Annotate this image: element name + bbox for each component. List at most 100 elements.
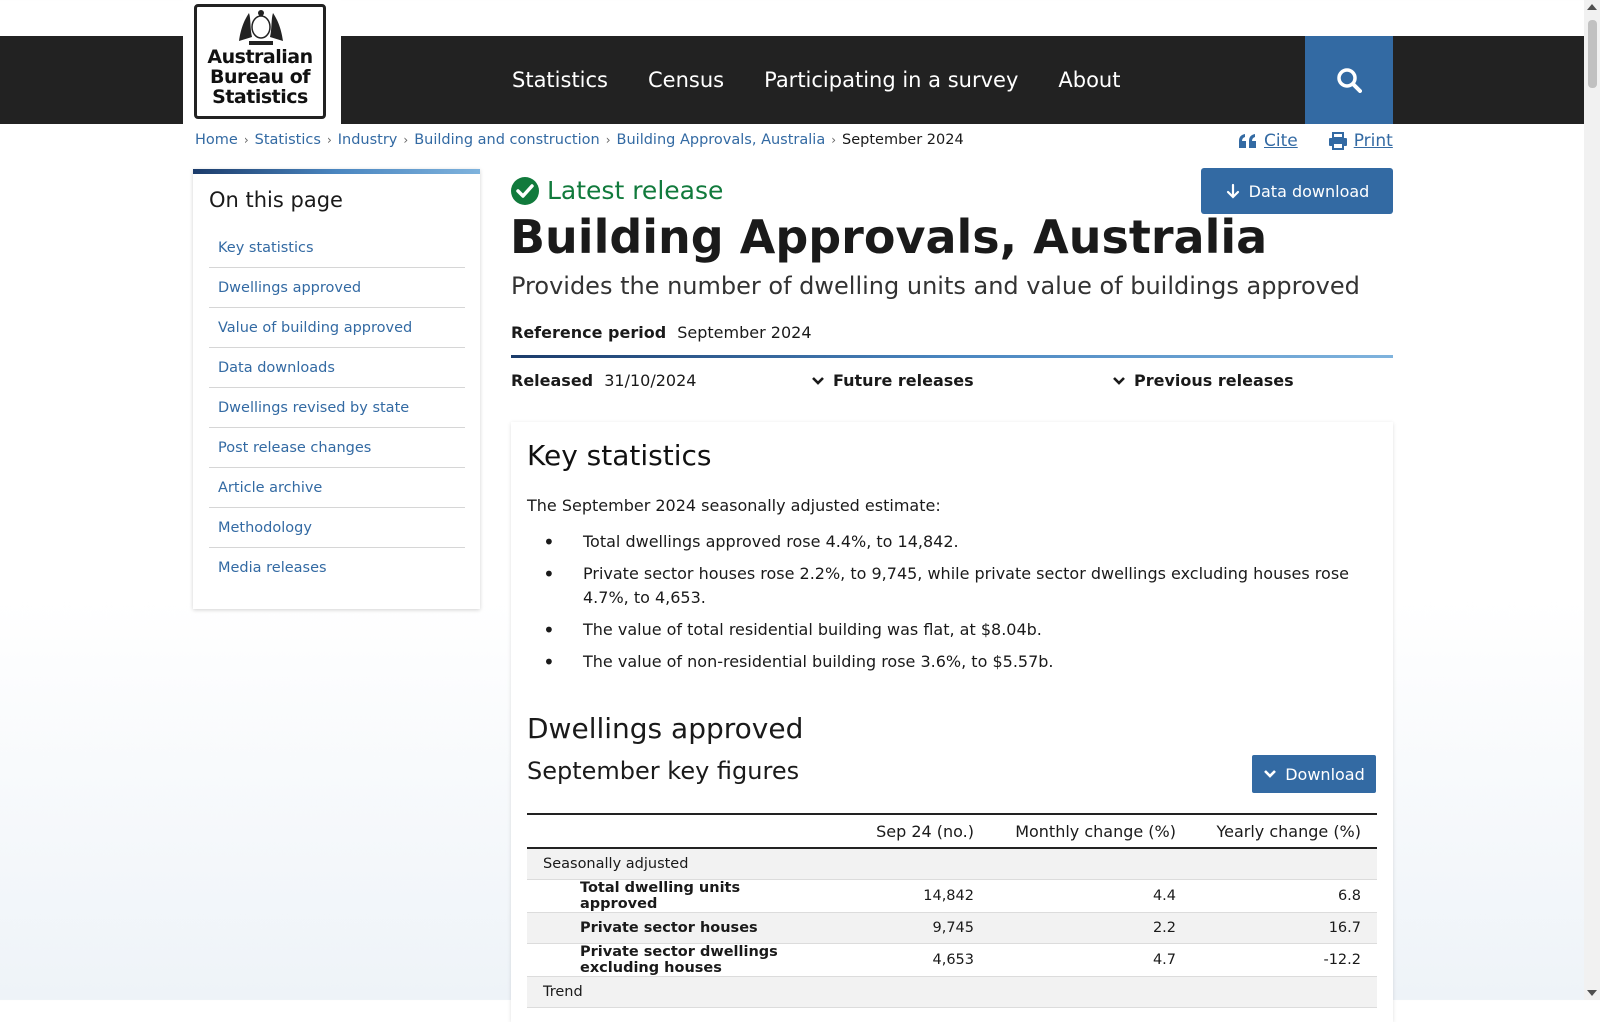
row-label: Private sector houses <box>527 912 838 944</box>
main-nav: Statistics Census Participating in a sur… <box>512 36 1160 124</box>
print-action[interactable]: Print <box>1328 131 1393 151</box>
data-download-button[interactable]: Data download <box>1201 168 1393 214</box>
key-statistic-item: Total dwellings approved rose 4.4%, to 1… <box>543 530 1363 554</box>
future-releases-label: Future releases <box>833 371 974 390</box>
data-download-label: Data download <box>1248 181 1370 201</box>
table-group-row: Seasonally adjusted <box>527 848 1377 880</box>
check-circle-icon <box>511 176 539 205</box>
toc-key-statistics[interactable]: Key statistics <box>218 240 314 256</box>
cite-action[interactable]: Cite <box>1238 131 1298 151</box>
toc-item[interactable]: Post release changes <box>209 428 465 468</box>
breadcrumb-industry[interactable]: Industry <box>338 132 398 148</box>
key-statistics-list: Total dwellings approved rose 4.4%, to 1… <box>543 530 1363 682</box>
breadcrumb-building-approvals[interactable]: Building Approvals, Australia <box>617 132 826 148</box>
chevron-down-icon <box>812 376 824 385</box>
logo-frame: Australian Bureau of Statistics <box>194 4 326 119</box>
table-row: Private sector houses 9,745 2.2 16.7 <box>527 912 1377 944</box>
group-label: Seasonally adjusted <box>527 848 1377 880</box>
column-header: Monthly change (%) <box>990 813 1192 849</box>
toc-list: Key statistics Dwellings approved Value … <box>209 228 465 588</box>
download-dropdown-button[interactable]: Download <box>1252 755 1376 793</box>
nav-census[interactable]: Census <box>648 68 724 92</box>
search-button[interactable] <box>1305 36 1393 124</box>
scroll-down-arrow-icon[interactable] <box>1587 990 1597 996</box>
sidebar-title: On this page <box>209 188 343 212</box>
toc-item[interactable]: Data downloads <box>209 348 465 388</box>
toc-item[interactable]: Key statistics <box>209 228 465 268</box>
key-figures-heading: September key figures <box>527 757 800 785</box>
page-subtitle: Provides the number of dwelling units an… <box>511 272 1360 300</box>
toc-item[interactable]: Value of building approved <box>209 308 465 348</box>
logo-text: Australian Bureau of Statistics <box>207 46 313 108</box>
toc-item[interactable]: Dwellings revised by state <box>209 388 465 428</box>
key-figures-table: Sep 24 (no.) Monthly change (%) Yearly c… <box>527 813 1377 1008</box>
quote-icon <box>1239 134 1256 148</box>
toc-item[interactable]: Article archive <box>209 468 465 508</box>
scroll-thumb[interactable] <box>1588 20 1597 88</box>
table-cell: 4,653 <box>838 943 990 977</box>
toc-post-release[interactable]: Post release changes <box>218 440 371 456</box>
latest-release-badge: Latest release <box>511 176 723 205</box>
chevron-right-icon: › <box>243 133 249 147</box>
toc-item[interactable]: Dwellings approved <box>209 268 465 308</box>
future-releases-toggle[interactable]: Future releases <box>811 371 974 390</box>
abs-logo[interactable]: Australian Bureau of Statistics <box>183 0 341 124</box>
search-icon <box>1337 68 1362 93</box>
table-cell: 4.4 <box>990 879 1192 913</box>
latest-release-label: Latest release <box>547 176 724 205</box>
nav-statistics[interactable]: Statistics <box>512 68 608 92</box>
toc-item[interactable]: Media releases <box>209 548 465 588</box>
key-statistics-intro: The September 2024 seasonally adjusted e… <box>527 496 941 515</box>
row-label: Total dwelling units approved <box>527 879 838 913</box>
reference-period: Reference period September 2024 <box>511 323 812 342</box>
print-link[interactable]: Print <box>1354 131 1393 151</box>
breadcrumb-current: September 2024 <box>842 132 964 148</box>
key-statistic-item: Private sector houses rose 2.2%, to 9,74… <box>543 562 1363 610</box>
table-cell: 6.8 <box>1192 879 1377 913</box>
nav-about[interactable]: About <box>1058 68 1120 92</box>
previous-releases-toggle[interactable]: Previous releases <box>1112 371 1294 390</box>
breadcrumb-home[interactable]: Home <box>195 132 238 148</box>
nav-participating[interactable]: Participating in a survey <box>764 68 1018 92</box>
scrollbar[interactable] <box>1584 0 1600 1000</box>
table-cell: 4.7 <box>990 943 1192 977</box>
key-statistic-item: The value of non-residential building ro… <box>543 650 1363 674</box>
toc-dwellings-approved[interactable]: Dwellings approved <box>218 280 361 296</box>
toc-media-releases[interactable]: Media releases <box>218 560 327 576</box>
toc-value-building[interactable]: Value of building approved <box>218 320 412 336</box>
arrow-down-icon <box>1226 183 1239 199</box>
table-cell: 9,745 <box>838 912 990 944</box>
breadcrumb-statistics[interactable]: Statistics <box>255 132 321 148</box>
chevron-right-icon: › <box>831 133 837 147</box>
breadcrumb: Home › Statistics › Industry › Building … <box>195 132 964 148</box>
breadcrumb-building-construction[interactable]: Building and construction <box>414 132 600 148</box>
key-statistic-item: The value of total residential building … <box>543 618 1363 642</box>
row-label: Private sector dwellings excluding house… <box>527 943 838 977</box>
chevron-right-icon: › <box>403 133 409 147</box>
toc-methodology[interactable]: Methodology <box>218 520 312 536</box>
toc-dwellings-revised[interactable]: Dwellings revised by state <box>218 400 409 416</box>
table-group-row: Trend <box>527 976 1377 1008</box>
coat-of-arms-icon <box>239 10 283 45</box>
reference-period-label: Reference period <box>511 323 667 342</box>
toc-article-archive[interactable]: Article archive <box>218 480 322 496</box>
group-label: Trend <box>527 976 1377 1008</box>
chevron-down-icon <box>1264 770 1277 778</box>
released-value: 31/10/2024 <box>604 371 697 390</box>
dwellings-approved-heading: Dwellings approved <box>527 712 804 745</box>
main-content-card: Key statistics The September 2024 season… <box>511 422 1393 1022</box>
toc-data-downloads[interactable]: Data downloads <box>218 360 335 376</box>
column-header <box>527 813 838 849</box>
table-cell: 16.7 <box>1192 912 1377 944</box>
scroll-up-arrow-icon[interactable] <box>1587 4 1597 10</box>
divider <box>511 355 1393 358</box>
reference-period-value: September 2024 <box>677 323 812 342</box>
toc-item[interactable]: Methodology <box>209 508 465 548</box>
cite-link[interactable]: Cite <box>1264 131 1298 151</box>
download-label: Download <box>1285 764 1365 784</box>
table-row: Total dwelling units approved 14,842 4.4… <box>527 879 1377 913</box>
table-row: Private sector dwellings excluding house… <box>527 943 1377 977</box>
table-cell: 14,842 <box>838 879 990 913</box>
previous-releases-label: Previous releases <box>1134 371 1294 390</box>
table-cell: -12.2 <box>1192 943 1377 977</box>
